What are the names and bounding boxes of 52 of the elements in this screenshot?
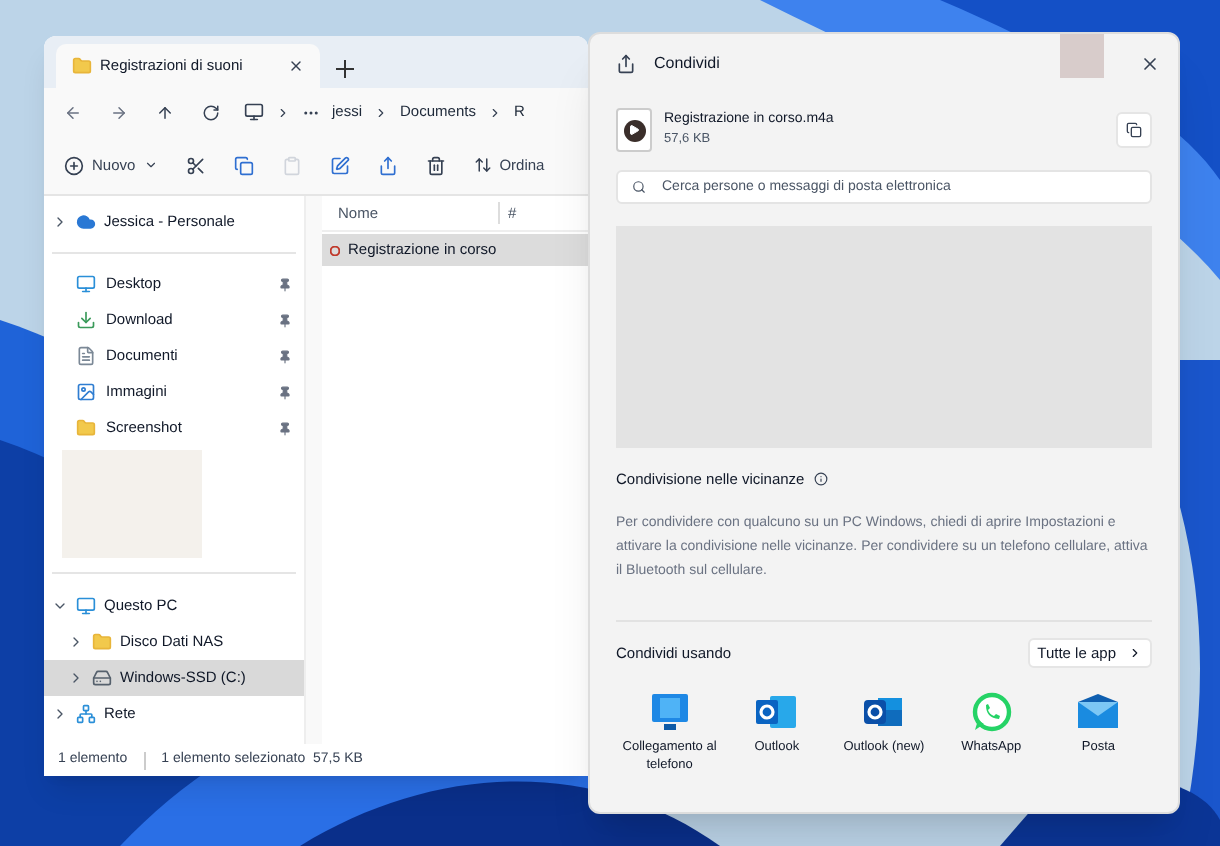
- expand-chevron-icon[interactable]: [68, 670, 84, 686]
- expand-chevron-icon[interactable]: [52, 706, 68, 722]
- info-icon[interactable]: [814, 472, 829, 487]
- pin-icon[interactable]: [278, 421, 292, 435]
- play-icon: [628, 124, 640, 136]
- pin-icon[interactable]: [278, 385, 292, 399]
- pin-icon[interactable]: [278, 349, 292, 363]
- chevron-right-icon: [374, 105, 389, 119]
- folder-icon: [76, 418, 96, 438]
- close-tab-icon[interactable]: [288, 58, 304, 74]
- cut-icon[interactable]: [185, 155, 206, 175]
- copy-icon: [1126, 122, 1142, 138]
- pin-icon[interactable]: [278, 277, 292, 291]
- pin-icon[interactable]: [278, 313, 292, 327]
- up-icon[interactable]: [156, 103, 174, 121]
- trash-icon[interactable]: [425, 155, 446, 175]
- monitor-icon: [244, 102, 264, 122]
- download-icon: [76, 310, 96, 330]
- phone-link-icon: [647, 692, 692, 733]
- share-icon[interactable]: [377, 155, 398, 175]
- expand-chevron-icon[interactable]: [68, 634, 84, 650]
- copy-icon[interactable]: [233, 155, 254, 175]
- desktop-icon: [76, 274, 96, 294]
- image-icon: [76, 382, 96, 402]
- chevron-right-icon: [276, 105, 290, 119]
- rename-icon[interactable]: [329, 155, 350, 175]
- chevron-right-icon: [487, 105, 502, 119]
- collapse-chevron-icon[interactable]: [52, 598, 68, 614]
- close-icon: [1140, 54, 1160, 74]
- whatsapp-icon: [969, 692, 1014, 733]
- cloud-icon: [76, 212, 96, 232]
- mail-icon: [1076, 692, 1121, 733]
- sort-icon: [473, 156, 492, 174]
- refresh-icon[interactable]: [202, 103, 220, 121]
- folder-icon: [92, 632, 112, 652]
- search-icon: [632, 180, 646, 194]
- chevron-right-icon: [1128, 646, 1142, 661]
- forward-icon[interactable]: [110, 103, 128, 121]
- outlook-icon: [754, 692, 799, 733]
- panel-title: Condividi: [654, 52, 722, 76]
- caret-icon: [143, 158, 158, 172]
- plus-icon: [64, 155, 84, 175]
- share-icon: [616, 54, 636, 74]
- computer-icon: [76, 596, 96, 616]
- folder-icon: [72, 56, 92, 76]
- back-icon[interactable]: [64, 103, 82, 121]
- expand-chevron-icon[interactable]: [52, 214, 68, 230]
- document-icon: [76, 346, 96, 366]
- audio-file-icon: [330, 245, 340, 255]
- copy-button[interactable]: [1116, 112, 1152, 148]
- network-icon: [76, 704, 96, 724]
- drive-icon: [92, 668, 112, 688]
